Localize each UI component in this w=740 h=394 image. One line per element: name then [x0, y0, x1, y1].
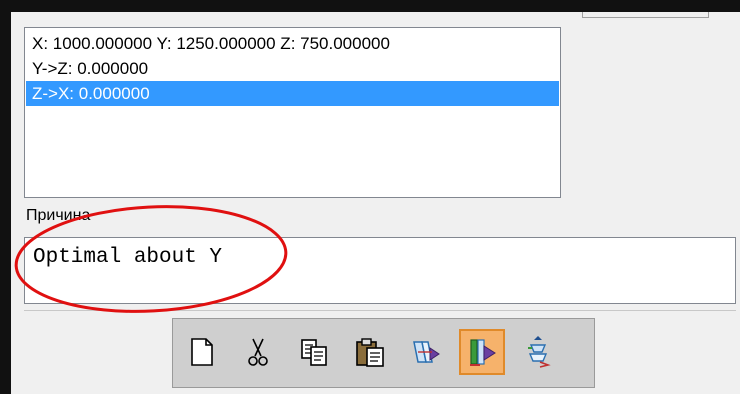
rotate-button[interactable]	[515, 329, 561, 375]
top-control-edge	[582, 12, 709, 18]
copy-icon	[301, 339, 327, 366]
reason-label: Причина	[26, 207, 91, 224]
reason-field[interactable]: Optimal about Y	[24, 237, 736, 304]
divider	[24, 310, 736, 311]
window-top-border	[0, 0, 740, 12]
new-document-icon	[191, 338, 213, 366]
edit-toolbar	[172, 318, 595, 388]
reason-value: Optimal about Y	[33, 246, 223, 269]
rotate-icon	[528, 336, 551, 368]
copy-button[interactable]	[291, 329, 337, 375]
optimize-button[interactable]	[459, 329, 505, 375]
cut-button[interactable]	[235, 329, 281, 375]
window-left-border	[0, 0, 11, 394]
transform-icon	[413, 341, 440, 363]
coordinates-listbox[interactable]: X: 1000.000000 Y: 1250.000000 Z: 750.000…	[24, 27, 561, 198]
transform-button[interactable]	[403, 329, 449, 375]
window: X: 1000.000000 Y: 1250.000000 Z: 750.000…	[0, 0, 740, 394]
paste-button[interactable]	[347, 329, 393, 375]
list-item[interactable]: X: 1000.000000 Y: 1250.000000 Z: 750.000…	[26, 31, 559, 56]
paste-icon	[356, 338, 384, 367]
optimize-icon	[470, 339, 496, 366]
cut-icon	[248, 338, 268, 366]
new-button[interactable]	[179, 329, 225, 375]
list-item-selected[interactable]: Z->X: 0.000000	[26, 81, 559, 106]
list-item[interactable]: Y->Z: 0.000000	[26, 56, 559, 81]
